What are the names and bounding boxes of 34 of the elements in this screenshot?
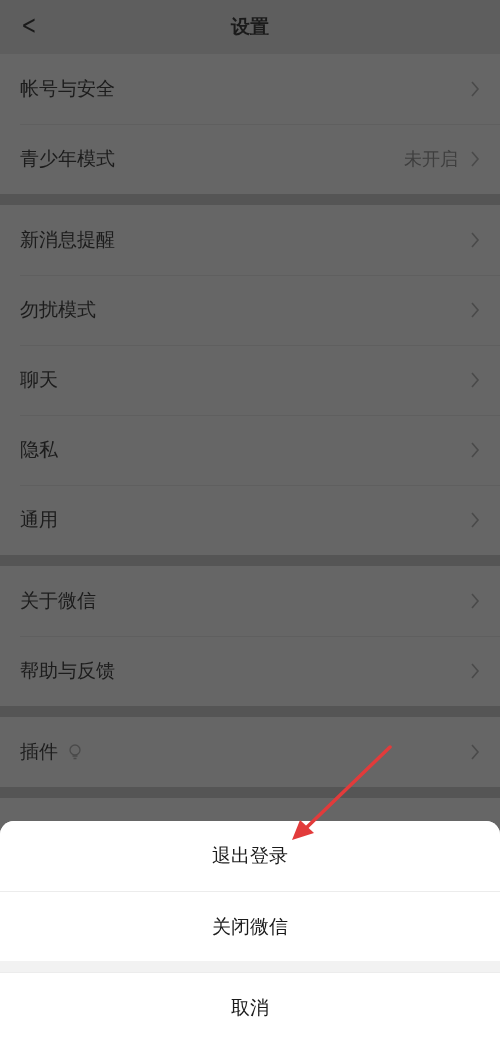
chevron-icon — [470, 231, 480, 249]
chevron-icon — [470, 592, 480, 610]
chevron-icon — [470, 80, 480, 98]
settings-row[interactable]: 新消息提醒 — [0, 205, 500, 275]
row-label: 青少年模式 — [20, 146, 115, 171]
settings-row[interactable]: 聊天 — [0, 345, 500, 415]
settings-row[interactable]: 勿扰模式 — [0, 275, 500, 345]
row-label: 隐私 — [20, 437, 58, 462]
chevron-icon — [470, 150, 480, 168]
row-label: 关于微信 — [20, 588, 96, 613]
row-label: 帮助与反馈 — [20, 658, 115, 683]
chevron-icon — [470, 441, 480, 459]
page-title: 设置 — [231, 14, 269, 39]
row-label: 聊天 — [20, 367, 58, 392]
settings-row[interactable]: 插件 — [0, 717, 500, 787]
settings-row[interactable]: 帐号与安全 — [0, 54, 500, 124]
sheet-action[interactable]: 退出登录 — [0, 821, 500, 891]
cancel-button[interactable]: 取消 — [0, 972, 500, 1042]
chevron-icon — [470, 371, 480, 389]
row-label: 勿扰模式 — [20, 297, 96, 322]
row-label: 插件 — [20, 739, 58, 764]
chevron-icon — [470, 743, 480, 761]
chevron-icon — [470, 301, 480, 319]
row-label: 新消息提醒 — [20, 227, 115, 252]
settings-row[interactable]: 通用 — [0, 485, 500, 555]
settings-row[interactable]: 隐私 — [0, 415, 500, 485]
sheet-action[interactable]: 关闭微信 — [0, 891, 500, 961]
row-label: 帐号与安全 — [20, 76, 115, 101]
back-button[interactable]: < — [18, 10, 40, 40]
chevron-icon — [470, 662, 480, 680]
settings-row[interactable]: 关于微信 — [0, 566, 500, 636]
chevron-icon — [470, 511, 480, 529]
row-label: 通用 — [20, 507, 58, 532]
settings-row[interactable]: 帮助与反馈 — [0, 636, 500, 706]
